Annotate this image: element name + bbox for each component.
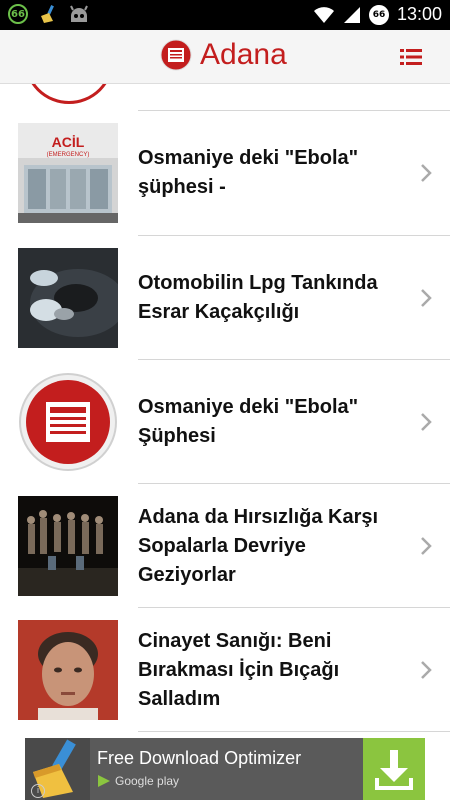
hospital-entrance-thumbnail: ACİL (EMERGENCY): [18, 123, 118, 223]
download-button[interactable]: [363, 738, 425, 800]
hospital-sign-text: ACİL: [52, 134, 85, 150]
app-title: Adana: [200, 38, 287, 71]
news-list[interactable]: ACİL (EMERGENCY) Osmaniye deki "Ebola" ş…: [0, 84, 450, 738]
news-title: Osmaniye deki "Ebola" şüphesi -: [138, 147, 359, 198]
list-item-partial[interactable]: [0, 84, 450, 110]
chevron-right-icon: [421, 164, 432, 182]
news-title: Cinayet Sanığı: Beni Bırakması İçin Bıça…: [138, 629, 340, 710]
news-title: Otomobilin Lpg Tankında Esrar Kaçakçılığ…: [138, 272, 378, 323]
status-bar: 66 66 13:00: [0, 0, 450, 30]
ad-title: Free Download Optimizer: [97, 748, 302, 768]
chevron-right-icon: [421, 289, 432, 307]
suspect-portrait-thumbnail: [18, 620, 118, 720]
newspaper-placeholder-thumbnail: [18, 372, 118, 472]
wifi-icon: [313, 6, 334, 23]
ad-info-symbol: i: [36, 786, 40, 796]
ad-banner[interactable]: Free Download Optimizer Google play i: [25, 738, 425, 800]
download-icon: [375, 750, 413, 790]
cell-signal-icon: [343, 6, 360, 23]
news-item[interactable]: Otomobilin Lpg Tankında Esrar Kaçakçılığ…: [0, 236, 450, 360]
lpg-tank-thumbnail: [18, 248, 118, 348]
news-item[interactable]: Adana da Hırsızlığa Karşı Sopalarla Devr…: [0, 484, 450, 608]
clock: 13:00: [396, 4, 442, 24]
news-item[interactable]: Cinayet Sanığı: Beni Bırakması İçin Bıça…: [0, 608, 450, 732]
app-brand[interactable]: Adana: [160, 38, 287, 72]
night-patrol-thumbnail: [18, 496, 118, 596]
hospital-sign-subtext: (EMERGENCY): [47, 152, 90, 158]
app-bar: Adana: [0, 30, 450, 84]
cpu-badge-value: 66: [11, 8, 25, 20]
chevron-right-icon: [421, 537, 432, 555]
chevron-right-icon: [421, 661, 432, 679]
news-item[interactable]: ACİL (EMERGENCY) Osmaniye deki "Ebola" ş…: [0, 111, 450, 235]
news-title: Osmaniye deki "Ebola" Şüphesi: [138, 396, 359, 447]
battery-badge-icon: 66: [368, 4, 389, 25]
store-label: Google play: [115, 774, 180, 788]
battery-level: 66: [372, 9, 386, 20]
broom-notification-icon: [41, 5, 54, 23]
news-item[interactable]: Osmaniye deki "Ebola" Şüphesi: [0, 360, 450, 484]
google-play-badge: Google play: [97, 774, 179, 788]
cpu-badge-icon: 66: [8, 4, 28, 24]
list-menu-icon[interactable]: [400, 48, 422, 66]
google-play-icon: [98, 775, 110, 787]
chevron-right-icon: [421, 413, 432, 431]
android-debug-icon: [70, 5, 88, 22]
news-title: Adana da Hırsızlığa Karşı Sopalarla Devr…: [138, 505, 379, 586]
ad-info-icon[interactable]: i: [31, 784, 45, 798]
newspaper-placeholder-icon: [24, 84, 114, 104]
newspaper-logo-icon: [160, 39, 192, 71]
list-divider: [138, 731, 450, 732]
